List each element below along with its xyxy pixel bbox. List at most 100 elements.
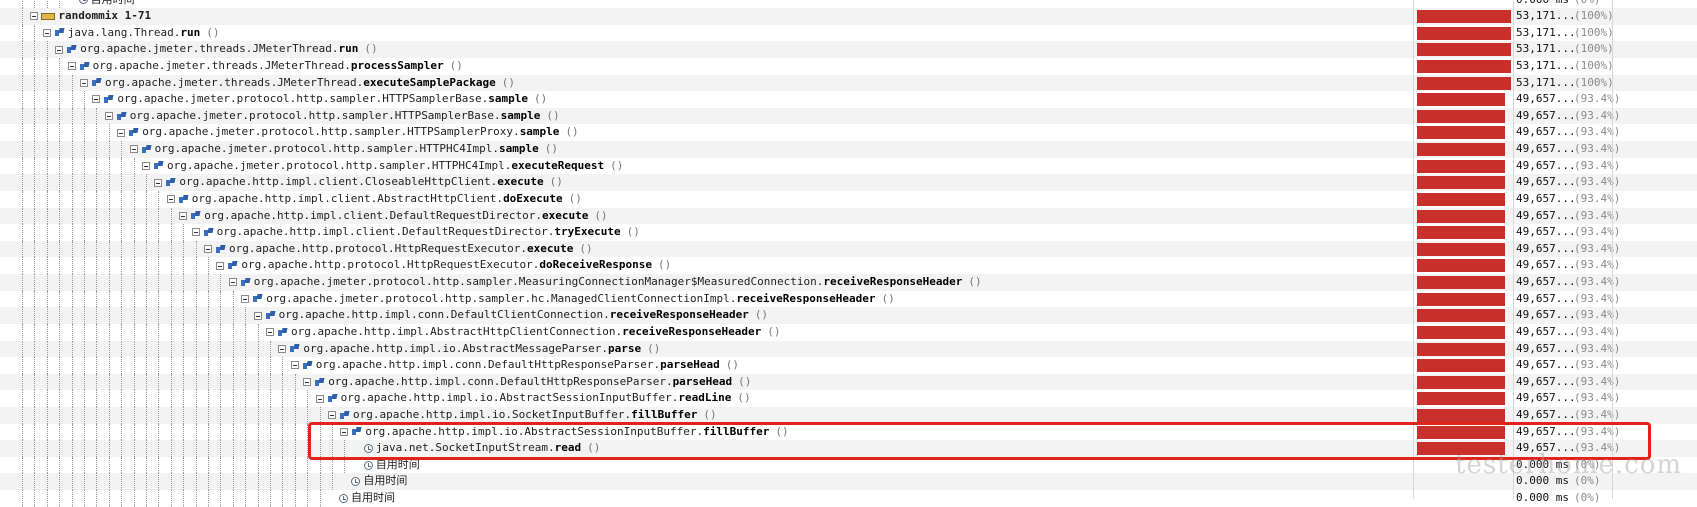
collapse-toggle-icon[interactable] <box>216 261 225 270</box>
collapse-toggle-icon[interactable] <box>266 328 274 337</box>
tree-node[interactable]: org.apache.jmeter.threads.JMeterThread. p… <box>67 58 463 75</box>
collapse-toggle-icon[interactable] <box>80 78 88 87</box>
tree-guide-line <box>121 390 123 407</box>
tree-row[interactable]: org.apache.jmeter.threads.JMeterThread. r… <box>0 41 1697 58</box>
tree-node[interactable]: org.apache.http.impl.client.DefaultReque… <box>191 224 640 241</box>
tree-guide-line <box>208 357 209 374</box>
tree-node[interactable]: org.apache.http.impl.conn.DefaultHttpRes… <box>290 357 739 374</box>
tree-row[interactable]: org.apache.jmeter.protocol.http.sampler.… <box>0 107 1697 125</box>
tree-row[interactable]: org.apache.http.protocol.HttpRequestExec… <box>0 240 1697 258</box>
tree-node[interactable]: org.apache.http.impl.io.AbstractSessionI… <box>315 390 751 407</box>
collapse-toggle-icon[interactable] <box>241 294 250 303</box>
collapse-toggle-icon[interactable] <box>303 378 312 386</box>
tree-row[interactable]: randommix 1-71 53,171... (100%) <box>0 8 1697 25</box>
tree-node[interactable]: org.apache.jmeter.protocol.http.sampler.… <box>117 124 579 141</box>
collapse-toggle-icon[interactable] <box>154 178 163 187</box>
tree-node[interactable]: 自用时间 <box>328 490 395 507</box>
tree-node[interactable]: randommix 1-71 <box>30 8 151 25</box>
tree-guide-line <box>22 290 23 308</box>
tree-node[interactable]: org.apache.http.impl.conn.DefaultClientC… <box>253 307 768 324</box>
tree-node[interactable]: org.apache.http.impl.io.AbstractMessageP… <box>278 341 660 358</box>
tree-guide-line <box>170 440 172 457</box>
time-bar-track <box>1417 109 1511 123</box>
tree-node[interactable]: org.apache.http.impl.client.DefaultReque… <box>179 208 608 225</box>
tree-row[interactable]: java.lang.Thread. run () 53,171... (100%) <box>0 24 1697 42</box>
tree-guide-line <box>133 357 135 374</box>
tree-guide-line <box>232 423 234 441</box>
tree-row[interactable]: org.apache.jmeter.threads.JMeterThread. p… <box>0 57 1697 75</box>
tree-guide-line <box>22 224 23 241</box>
collapse-toggle-icon[interactable] <box>129 145 138 154</box>
collapse-toggle-icon[interactable] <box>179 211 188 220</box>
collapse-toggle-icon[interactable] <box>328 411 336 420</box>
collapse-toggle-icon[interactable] <box>30 12 39 21</box>
tree-node[interactable]: 自用时间 <box>68 0 135 8</box>
tree-guide-line <box>158 423 160 441</box>
collapse-toggle-icon[interactable] <box>290 361 299 370</box>
tree-row[interactable]: 自用时间0.000 ms(0%) <box>0 473 1697 490</box>
node-params: () <box>579 241 593 255</box>
tree-row[interactable]: org.apache.http.impl.conn.DefaultHttpRes… <box>0 357 1697 374</box>
collapse-toggle-icon[interactable] <box>42 28 51 37</box>
tree-node[interactable]: org.apache.jmeter.protocol.http.sampler.… <box>142 158 623 175</box>
tree-guide-line <box>232 390 234 407</box>
collapse-toggle-icon[interactable] <box>166 195 175 204</box>
collapse-toggle-icon[interactable] <box>117 128 126 137</box>
tree-guide-line <box>133 290 135 308</box>
tree-row[interactable]: org.apache.jmeter.protocol.http.sampler.… <box>0 290 1697 308</box>
tree-node[interactable]: org.apache.http.impl.conn.DefaultHttpRes… <box>303 374 751 391</box>
tree-node[interactable]: java.lang.Thread. run () <box>42 25 220 42</box>
tree-guide-line <box>96 323 98 341</box>
collapse-toggle-icon[interactable] <box>104 112 113 121</box>
collapse-toggle-icon[interactable] <box>228 278 237 287</box>
collapse-toggle-icon[interactable] <box>142 161 150 170</box>
tree-row[interactable]: 自用时间0.000 ms(0%) <box>0 0 1697 8</box>
tree-row[interactable]: org.apache.http.impl.AbstractHttpClientC… <box>0 323 1697 341</box>
tree-node[interactable]: org.apache.jmeter.threads.JMeterThread. r… <box>55 41 378 58</box>
tree-guide-line <box>121 473 123 490</box>
tree-node[interactable]: org.apache.jmeter.protocol.http.sampler.… <box>92 91 547 108</box>
tree-row[interactable]: org.apache.http.impl.client.DefaultReque… <box>0 224 1697 241</box>
tree-node[interactable]: org.apache.jmeter.protocol.http.sampler.… <box>228 274 982 291</box>
collapse-toggle-icon[interactable] <box>253 311 262 320</box>
tree-row[interactable]: org.apache.jmeter.protocol.http.sampler.… <box>0 124 1697 141</box>
tree-node[interactable]: org.apache.jmeter.protocol.http.sampler.… <box>129 141 558 158</box>
tree-row[interactable]: org.apache.http.protocol.HttpRequestExec… <box>0 257 1697 274</box>
tree-node[interactable]: org.apache.http.impl.AbstractHttpClientC… <box>266 324 780 341</box>
tree-row[interactable]: org.apache.jmeter.protocol.http.sampler.… <box>0 274 1697 291</box>
tree-node[interactable]: org.apache.http.protocol.HttpRequestExec… <box>204 241 593 258</box>
tree-row[interactable]: org.apache.jmeter.protocol.http.sampler.… <box>0 91 1697 108</box>
tree-row[interactable]: org.apache.http.impl.io.AbstractSessionI… <box>0 390 1697 407</box>
tree-row[interactable]: org.apache.http.impl.conn.DefaultHttpRes… <box>0 373 1697 391</box>
tree-guide-line <box>121 456 123 474</box>
tree-row[interactable]: org.apache.jmeter.protocol.http.sampler.… <box>0 141 1697 158</box>
collapse-toggle-icon[interactable] <box>204 245 212 254</box>
tree-node[interactable]: org.apache.http.impl.client.CloseableHtt… <box>154 174 563 191</box>
tree-row[interactable]: 自用时间0.000 ms(0%) <box>0 490 1697 507</box>
tree-guide-line <box>46 290 48 308</box>
tree-guide-line <box>121 323 123 341</box>
tree-row[interactable]: org.apache.http.impl.io.AbstractMessageP… <box>0 340 1697 358</box>
tree-guide-line <box>183 240 185 258</box>
tree-node[interactable]: org.apache.jmeter.protocol.http.sampler.… <box>241 291 895 308</box>
collapse-toggle-icon[interactable] <box>92 95 101 104</box>
tree-row[interactable]: org.apache.http.impl.client.DefaultReque… <box>0 207 1697 225</box>
tree-row[interactable]: org.apache.jmeter.protocol.http.sampler.… <box>0 157 1697 175</box>
collapse-toggle-icon[interactable] <box>191 228 200 237</box>
tree-guide-line <box>22 24 23 42</box>
node-class-name: org.apache.http.protocol.HttpRequestExec… <box>241 258 540 272</box>
collapse-toggle-icon[interactable] <box>67 62 76 71</box>
tree-row[interactable]: org.apache.http.impl.conn.DefaultClientC… <box>0 307 1697 324</box>
collapse-toggle-icon[interactable] <box>278 344 287 353</box>
tree-node[interactable]: org.apache.http.impl.client.AbstractHttp… <box>166 191 582 208</box>
tree-row[interactable]: org.apache.jmeter.threads.JMeterThread. e… <box>0 74 1697 92</box>
tree-node[interactable]: org.apache.jmeter.threads.JMeterThread. e… <box>80 75 515 92</box>
tree-node[interactable]: org.apache.jmeter.protocol.http.sampler.… <box>104 108 560 125</box>
collapse-toggle-icon[interactable] <box>315 394 324 403</box>
tree-node[interactable]: 自用时间 <box>340 473 407 490</box>
tree-row[interactable]: org.apache.http.impl.client.AbstractHttp… <box>0 190 1697 208</box>
tree-node[interactable]: org.apache.http.protocol.HttpRequestExec… <box>216 257 671 274</box>
tree-row[interactable]: org.apache.http.impl.client.CloseableHtt… <box>0 174 1697 191</box>
time-bar-fill <box>1417 375 1505 389</box>
collapse-toggle-icon[interactable] <box>55 45 64 54</box>
